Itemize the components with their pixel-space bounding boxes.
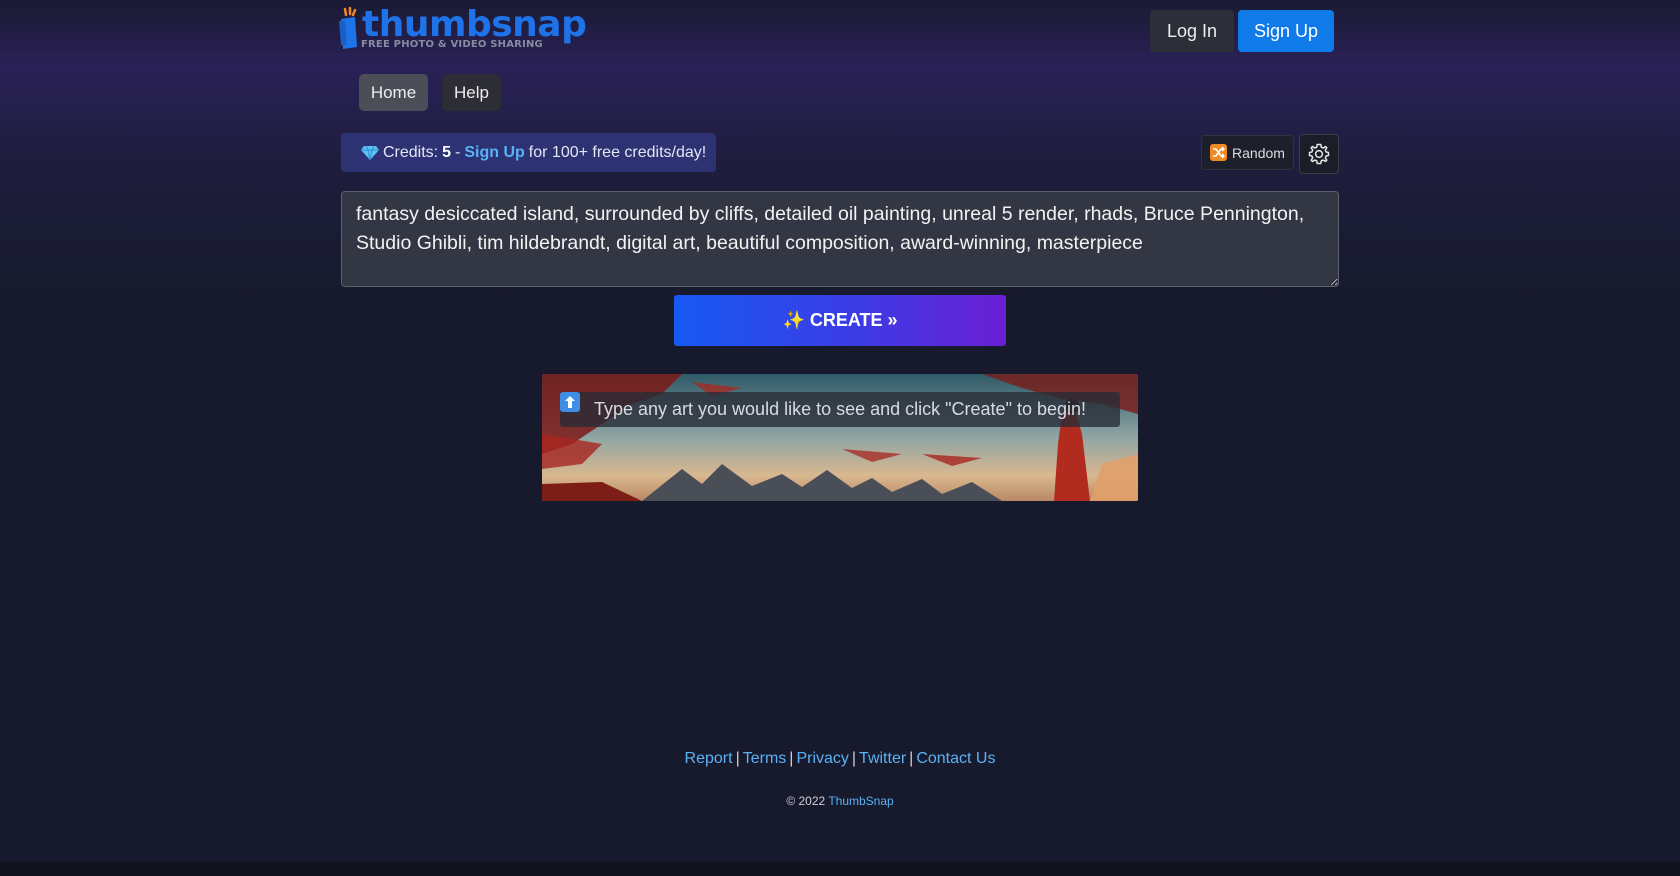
- prompt-input[interactable]: fantasy desiccated island, surrounded by…: [341, 191, 1339, 287]
- create-button[interactable]: ✨ CREATE »: [674, 295, 1006, 346]
- random-button[interactable]: Random: [1201, 135, 1294, 170]
- footer-link-report[interactable]: Report: [685, 750, 733, 767]
- signup-button[interactable]: Sign Up: [1238, 10, 1334, 52]
- banner-message: Type any art you would like to see and c…: [560, 392, 1120, 427]
- copyright-text: © 2022: [786, 794, 826, 808]
- credits-signup-link[interactable]: Sign Up: [464, 144, 524, 162]
- nav-item-home[interactable]: Home: [359, 74, 428, 111]
- example-art-banner: Type any art you would like to see and c…: [542, 374, 1138, 501]
- footer-separator: |: [735, 750, 740, 767]
- gear-icon: [1308, 143, 1330, 165]
- footer-separator: |: [909, 750, 914, 767]
- settings-button[interactable]: [1299, 134, 1339, 174]
- login-button[interactable]: Log In: [1150, 10, 1234, 52]
- footer-link-terms[interactable]: Terms: [743, 750, 787, 767]
- credits-banner: Credits: 5 - Sign Up for 100+ free credi…: [341, 133, 716, 172]
- copyright: © 2022 ThumbSnap: [0, 794, 1680, 808]
- page: thumbsnap FREE PHOTO & VIDEO SHARING Log…: [0, 0, 1680, 876]
- footer-links: Report | Terms | Privacy | Twitter | Contact Us: [0, 750, 1680, 768]
- footer-link-twitter[interactable]: Twitter: [859, 750, 906, 767]
- credits-dash: -: [455, 143, 461, 161]
- thumbsnap-logo[interactable]: thumbsnap FREE PHOTO & VIDEO SHARING: [337, 5, 587, 53]
- shuffle-icon: [1210, 144, 1228, 161]
- footer-link-contact[interactable]: Contact Us: [916, 750, 995, 767]
- random-label: Random: [1232, 144, 1285, 161]
- nav-item-help[interactable]: Help: [442, 74, 501, 111]
- thumbsnap-logo-icon: [339, 7, 357, 49]
- credits-prefix: Credits:: [383, 143, 439, 161]
- footer-separator: |: [851, 750, 857, 767]
- up-arrow-icon: [560, 392, 580, 412]
- footer-separator: |: [789, 750, 794, 767]
- gem-icon: [361, 145, 379, 160]
- footer-link-privacy[interactable]: Privacy: [796, 750, 848, 767]
- logo-tagline: FREE PHOTO & VIDEO SHARING: [361, 39, 543, 50]
- copyright-link[interactable]: ThumbSnap: [828, 794, 893, 808]
- credits-count: 5: [442, 143, 452, 161]
- banner-message-text: Type any art you would like to see and c…: [593, 399, 1087, 419]
- credits-suffix: for 100+ free credits/day!: [528, 143, 707, 161]
